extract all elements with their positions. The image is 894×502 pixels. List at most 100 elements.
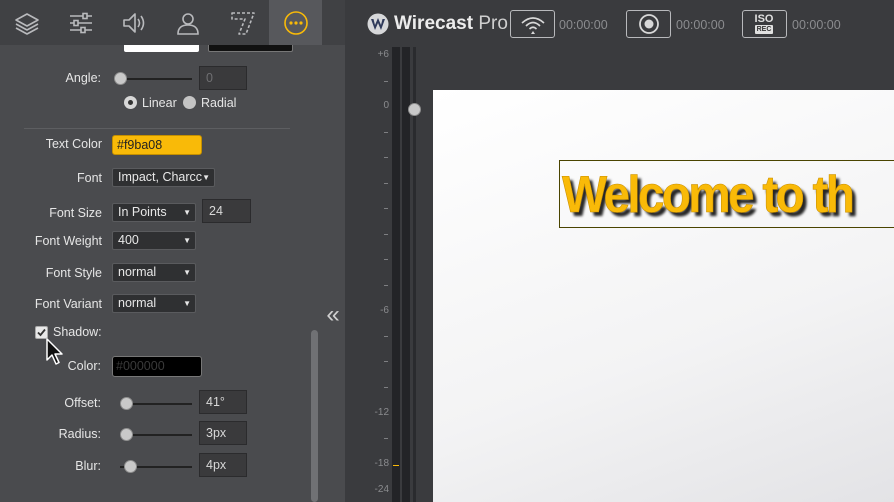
more-dots-icon <box>283 10 308 35</box>
font-size-label: Font Size <box>49 206 102 220</box>
tab-layers[interactable] <box>0 0 53 45</box>
meter-minor-tick <box>384 438 388 439</box>
font-style-label: Font Style <box>45 266 102 280</box>
inspector-tab-bar <box>0 0 345 45</box>
preview-canvas[interactable] <box>433 90 894 502</box>
meter-tick-label: -24 <box>374 484 389 495</box>
blur-slider-knob[interactable] <box>124 460 137 473</box>
tab-user[interactable] <box>161 0 214 45</box>
audio-meter-bar-left <box>392 47 400 502</box>
collapse-panel-button[interactable]: « <box>322 302 344 330</box>
linear-radio[interactable] <box>124 96 137 109</box>
meter-level-marker <box>393 465 399 466</box>
angle-label: Angle: <box>65 71 101 85</box>
font-size-unit-select[interactable]: In Points ▼ <box>112 203 196 222</box>
chevron-down-icon: ▼ <box>183 299 191 308</box>
font-style-value: normal <box>118 265 157 279</box>
radial-radio-label: Radial <box>201 96 237 110</box>
font-weight-label: Font Weight <box>34 234 102 248</box>
chevron-down-icon: ▼ <box>183 268 191 277</box>
iso-label: ISO <box>754 13 774 25</box>
shadow-color-field[interactable]: #000000 <box>112 356 202 377</box>
title-text: Welcome to th <box>562 166 855 225</box>
record-icon <box>639 14 659 34</box>
meter-minor-tick <box>384 234 388 235</box>
radius-slider-knob[interactable] <box>120 428 133 441</box>
meter-minor-tick <box>384 157 388 158</box>
meter-minor-tick <box>384 183 388 184</box>
wirecast-logo-icon <box>367 13 389 35</box>
panel-scrollbar[interactable] <box>311 330 318 502</box>
font-weight-value: 400 <box>118 233 139 247</box>
chevron-down-icon: ▼ <box>183 236 191 245</box>
meter-minor-tick <box>384 336 388 337</box>
shadow-label: Shadow: <box>53 325 102 339</box>
font-variant-label: Font Variant <box>34 297 102 311</box>
meter-minor-tick <box>384 285 388 286</box>
font-label: Font <box>76 171 102 185</box>
font-select-value: Impact, Charcc <box>118 170 203 184</box>
font-size-input[interactable]: 24 <box>202 199 251 223</box>
title-selection-box[interactable]: Welcome to th <box>559 160 894 228</box>
offset-slider-knob[interactable] <box>120 397 133 410</box>
meter-minor-tick <box>384 208 388 209</box>
audio-meter-bar-right <box>402 47 410 502</box>
checkmark-icon <box>37 328 46 337</box>
offset-label: Offset: <box>64 396 101 410</box>
blur-label: Blur: <box>75 459 101 473</box>
record-button[interactable] <box>626 10 671 38</box>
angle-input[interactable]: 0 <box>199 66 247 90</box>
chevron-down-icon: ▼ <box>183 208 191 217</box>
linear-radio-label: Linear <box>142 96 177 110</box>
font-variant-value: normal <box>118 296 157 310</box>
sliders-icon <box>69 12 92 33</box>
record-timer: 00:00:00 <box>676 18 725 32</box>
meter-tick-label: -6 <box>380 305 389 316</box>
title-seven-icon <box>230 11 255 35</box>
text-color-label: Text Color <box>45 137 102 151</box>
meter-minor-tick <box>384 132 388 133</box>
section-divider <box>24 128 290 129</box>
meter-tick-label: +6 <box>377 49 389 60</box>
blur-input[interactable]: 4px <box>199 453 247 477</box>
tab-title[interactable] <box>215 0 268 45</box>
stream-timer: 00:00:00 <box>559 18 608 32</box>
stream-button[interactable] <box>510 10 555 38</box>
tab-more[interactable] <box>269 0 322 45</box>
speaker-icon <box>122 12 144 33</box>
angle-slider-track[interactable] <box>120 78 192 80</box>
meter-minor-tick <box>384 81 388 82</box>
volume-fader-knob[interactable] <box>408 103 421 116</box>
meter-tick-label: -12 <box>374 407 389 418</box>
text-color-field[interactable]: #f9ba08 <box>112 135 202 155</box>
broadcast-icon <box>521 17 545 34</box>
meter-tick-label: 0 <box>383 100 389 111</box>
chevron-down-icon: ▼ <box>202 173 210 182</box>
shadow-color-label: Color: <box>67 359 101 373</box>
offset-input[interactable]: 41° <box>199 390 247 414</box>
properties-panel: Angle: 0 Linear Radial Text Color #f9ba0… <box>0 0 345 502</box>
tab-audio[interactable] <box>108 0 161 45</box>
app-edition: Pro <box>478 13 508 34</box>
meter-minor-tick <box>384 387 388 388</box>
font-weight-select[interactable]: 400 ▼ <box>112 231 196 250</box>
iso-record-button[interactable]: ISO REC <box>742 10 787 38</box>
meter-minor-tick <box>384 259 388 260</box>
radius-label: Radius: <box>58 427 101 441</box>
font-select[interactable]: Impact, Charcc ▼ <box>112 168 215 187</box>
font-variant-select[interactable]: normal ▼ <box>112 294 196 313</box>
radial-radio[interactable] <box>183 96 196 109</box>
radius-input[interactable]: 3px <box>199 421 247 445</box>
iso-rec-badge: REC <box>755 25 773 34</box>
gradient-color-field-1[interactable] <box>124 45 199 52</box>
tab-adjustments[interactable] <box>54 0 107 45</box>
meter-tick-label: -18 <box>374 458 389 469</box>
gradient-color-field-2[interactable] <box>208 45 293 52</box>
font-size-unit-value: In Points <box>118 205 167 219</box>
meter-minor-tick <box>384 361 388 362</box>
font-style-select[interactable]: normal ▼ <box>112 263 196 282</box>
angle-slider-knob[interactable] <box>114 72 127 85</box>
iso-timer: 00:00:00 <box>792 18 841 32</box>
app-name: Wirecast Pro <box>394 13 508 34</box>
layers-icon <box>14 12 39 35</box>
